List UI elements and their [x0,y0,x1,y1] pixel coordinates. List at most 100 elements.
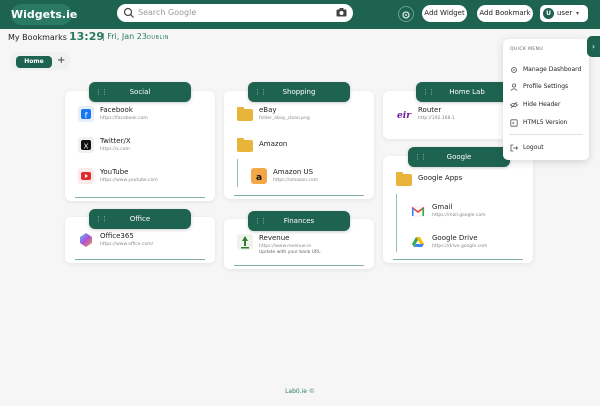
quick-menu: QUICK MENU Manage Dashboard Profile Sett… [503,39,589,160]
folder-icon [396,172,412,186]
svg-text:eir: eir [397,111,412,121]
bookmark-name: Facebook [100,106,133,114]
avatar: U [543,8,554,19]
bookmark-url: https://mail.google.com [432,213,486,218]
bookmark-name: Twitter/X [100,137,131,145]
search-placeholder: Search Google [138,8,197,17]
folder-icon [237,107,253,121]
svg-text:a: a [256,173,262,183]
x-logo-icon: X [78,137,94,153]
folder-google-apps[interactable]: Google Apps [396,172,526,186]
gmail-icon [410,203,426,219]
settings-button[interactable] [398,6,414,22]
amazon-icon: a [251,168,267,184]
menu-item-label: Manage Dashboard [523,66,582,73]
user-icon [510,83,518,91]
menu-item-label: Profile Settings [523,83,569,90]
add-widget-button[interactable]: Add Widget [422,5,467,22]
widget-title-shopping[interactable]: ⋮⋮ Shopping [248,82,350,102]
office365-icon [78,232,94,248]
widget-title: Finances [283,217,315,225]
card-underline [75,259,205,260]
add-bookmark-button[interactable]: Add Bookmark [477,5,533,22]
bookmark-name: Amazon US [273,168,314,176]
drag-handle-icon[interactable]: ⋮⋮ [422,82,435,102]
bookmark-youtube[interactable]: YouTube https://www.youtube.com [78,168,208,186]
bookmark-url: folder_ebay_clean.png [259,116,310,121]
menu-item-manage-dashboard[interactable]: Manage Dashboard [510,65,586,75]
bookmark-twitter[interactable]: X Twitter/X https://x.com [78,137,208,155]
bookmark-name: Router [418,106,442,114]
camera-icon[interactable] [336,8,347,17]
bookmark-url: https://facebook.com [100,116,148,121]
widget-title-finances[interactable]: ⋮⋮ Finances [248,211,350,231]
bookmark-name: Office365 [100,232,134,240]
menu-item-label: Logout [523,144,544,151]
bookmark-note: Update with your bank URL [259,250,321,255]
tab-home[interactable]: Home [16,56,52,68]
widget-title: Social [129,88,151,96]
drag-handle-icon[interactable]: ⋮⋮ [254,82,267,102]
widget-social: f Facebook https://facebook.com X Twitte… [65,91,215,201]
folder-icon [237,138,253,152]
facebook-icon: f [78,106,94,122]
logout-icon [510,144,518,152]
bookmark-google-drive[interactable]: Google Drive https://drive.google.com [410,234,520,252]
menu-divider [509,134,583,135]
bookmark-facebook[interactable]: f Facebook https://facebook.com [78,106,208,124]
menu-item-profile-settings[interactable]: Profile Settings [510,82,586,92]
widget-title-office[interactable]: ⋮⋮ Office [89,209,191,229]
revenue-icon [237,234,253,250]
drag-handle-icon[interactable]: ⋮⋮ [254,211,267,231]
bookmark-amazon-us[interactable]: a Amazon US https://amazon.com [251,168,361,186]
widget-title: Office [129,215,151,223]
bookmark-office365[interactable]: Office365 https://www.office.com/ [78,232,208,250]
card-underline [393,259,523,260]
card-underline [234,195,364,196]
widget-title: Home Lab [449,88,485,96]
bookmark-url: https://x.com [100,147,130,152]
bookmark-url: https://www.revenue.ie [259,244,312,249]
menu-item-logout[interactable]: Logout [510,143,586,153]
app-logo[interactable]: Widgets.ie [11,4,77,25]
folder-name: Google Apps [418,174,463,182]
search-icon [123,7,134,18]
user-name: user [557,9,573,17]
bookmark-name: YouTube [100,168,129,176]
top-header: Widgets.ie Search Google Add Widget Add … [0,0,600,29]
bookmark-ebay[interactable]: eBay folder_ebay_clean.png [237,106,367,124]
drag-handle-icon[interactable]: ⋮⋮ [95,82,108,102]
drag-handle-icon[interactable]: ⋮⋮ [414,147,427,167]
menu-item-label: HTML5 Version [523,119,568,126]
widget-title-social[interactable]: ⋮⋮ Social [89,82,191,102]
folder-name: Amazon [259,140,288,148]
bookmark-url: https://www.youtube.com [100,178,158,183]
drag-handle-icon[interactable]: ⋮⋮ [95,209,108,229]
bookmark-revenue[interactable]: Revenue https://www.revenue.ie Update wi… [237,234,367,260]
widget-google: Google Apps Gmail https://mail.google.co… [383,156,533,263]
city-text: DUBLIN [147,35,169,41]
page-title: My Bookmarks [8,33,67,42]
clock: 13:29 [69,30,105,43]
chevron-down-icon: ▾ [576,10,580,17]
footer-text: Lab0.ie © [285,388,315,395]
menu-item-html5-version[interactable]: HTML5 Version [510,118,586,128]
menu-item-hide-header[interactable]: Hide Header [510,100,586,110]
card-underline [75,197,205,198]
bookmark-gmail[interactable]: Gmail https://mail.google.com [410,203,520,221]
bookmark-url: https://amazon.com [273,178,319,183]
add-tab-button[interactable]: + [57,54,65,68]
date-text: | Fri, Jan 23 [102,32,147,41]
google-drive-icon [410,234,426,250]
bookmark-name: Google Drive [432,234,478,242]
widget-title-google[interactable]: ⋮⋮ Google [408,147,510,167]
bookmark-name: Gmail [432,203,453,211]
side-panel-toggle[interactable]: › [587,36,600,57]
folder-tree-line [396,194,397,252]
quick-menu-title: QUICK MENU [510,47,544,52]
router-logo-icon: eir [396,106,412,122]
folder-amazon[interactable]: Amazon [237,138,367,152]
search-bar[interactable]: Search Google [117,4,353,22]
bookmark-url: http://192.168.1 [418,116,455,121]
user-menu-button[interactable]: U user ▾ [540,5,588,22]
